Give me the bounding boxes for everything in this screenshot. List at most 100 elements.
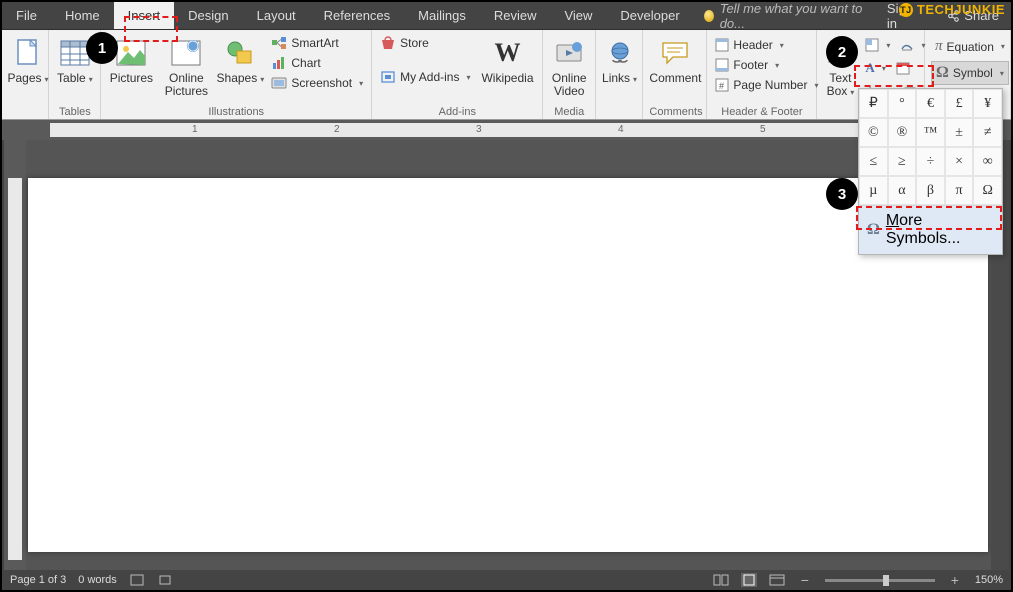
symbol-cell[interactable]: α xyxy=(888,176,917,205)
footer-button[interactable]: Footer xyxy=(713,56,820,74)
equation-button[interactable]: π Equation xyxy=(931,36,1009,57)
read-mode-icon[interactable] xyxy=(713,573,729,587)
symbol-cell[interactable]: ± xyxy=(945,118,974,147)
footer-label: Footer xyxy=(733,58,768,72)
zoom-thumb[interactable] xyxy=(883,575,889,586)
status-words[interactable]: 0 words xyxy=(78,574,117,586)
screenshot-icon xyxy=(271,76,287,90)
date-time-icon xyxy=(896,61,910,75)
zoom-percent[interactable]: 150% xyxy=(975,574,1003,586)
symbol-cell[interactable]: π xyxy=(945,176,974,205)
zoom-out-button[interactable]: − xyxy=(797,573,813,587)
web-layout-icon[interactable] xyxy=(769,573,785,587)
online-pictures-icon xyxy=(169,36,203,70)
tell-me-placeholder: Tell me what you want to do... xyxy=(720,1,863,31)
group-pages: Pages xyxy=(2,30,49,119)
badge-1: 1 xyxy=(88,34,116,62)
page-number-button[interactable]: # Page Number xyxy=(713,76,820,94)
group-illustrations: Pictures Online Pictures Shapes xyxy=(101,30,372,119)
store-button[interactable]: Store xyxy=(378,34,472,52)
macro-rec-icon[interactable] xyxy=(157,573,173,587)
status-page[interactable]: Page 1 of 3 xyxy=(10,574,66,586)
symbol-label: Symbol xyxy=(953,66,993,80)
pictures-label: Pictures xyxy=(110,72,153,85)
symbol-cell[interactable]: £ xyxy=(945,89,974,118)
print-layout-icon[interactable] xyxy=(741,573,757,587)
date-time-button[interactable] xyxy=(894,58,912,78)
my-addins-label: My Add-ins xyxy=(400,70,459,84)
wikipedia-button[interactable]: W Wikipedia xyxy=(478,34,536,85)
chart-button[interactable]: Chart xyxy=(269,54,365,72)
pages-button[interactable]: Pages xyxy=(8,34,48,85)
symbol-cell[interactable]: ∞ xyxy=(973,147,1002,176)
omega-icon: Ω xyxy=(867,221,880,239)
tab-file[interactable]: File xyxy=(2,2,51,29)
ruler-light xyxy=(50,123,983,137)
ruler-num-3: 3 xyxy=(476,124,482,135)
shapes-button[interactable]: Shapes xyxy=(217,34,263,85)
screenshot-label: Screenshot xyxy=(291,76,352,90)
symbol-grid: ₽ ° € £ ¥ © ® ™ ± ≠ ≤ ≥ ÷ × ∞ µ α β π Ω xyxy=(859,89,1002,205)
symbol-cell[interactable]: ™ xyxy=(916,118,945,147)
pages-icon xyxy=(11,36,45,70)
titlebar: File Home Insert Design Layout Reference… xyxy=(2,2,1011,30)
page-number-label: Page Number xyxy=(733,78,807,92)
tab-mailings[interactable]: Mailings xyxy=(404,2,480,29)
symbol-cell[interactable]: ≠ xyxy=(973,118,1002,147)
links-button[interactable]: Links xyxy=(602,34,637,85)
symbol-cell[interactable]: ¥ xyxy=(973,89,1002,118)
symbol-cell[interactable]: © xyxy=(859,118,888,147)
symbol-cell[interactable]: Ω xyxy=(973,176,1002,205)
symbol-cell[interactable]: € xyxy=(916,89,945,118)
symbol-cell[interactable]: ÷ xyxy=(916,147,945,176)
table-label: Table xyxy=(57,72,93,85)
quick-parts-button[interactable] xyxy=(863,36,892,54)
my-addins-button[interactable]: My Add-ins xyxy=(378,68,472,86)
spell-check-icon[interactable] xyxy=(129,573,145,587)
group-tables-label: Tables xyxy=(55,104,94,119)
text-small-2[interactable] xyxy=(898,36,927,54)
zoom-slider[interactable] xyxy=(825,579,935,582)
group-media-label: Media xyxy=(549,104,589,119)
comment-button[interactable]: Comment xyxy=(649,34,701,85)
vertical-ruler[interactable] xyxy=(4,140,26,570)
tab-home[interactable]: Home xyxy=(51,2,114,29)
more-symbols-label: More Symbols... xyxy=(886,212,994,248)
symbol-cell[interactable]: β xyxy=(916,176,945,205)
screenshot-button[interactable]: Screenshot xyxy=(269,74,365,92)
header-button[interactable]: Header xyxy=(713,36,820,54)
tab-design[interactable]: Design xyxy=(174,2,242,29)
symbol-button[interactable]: Ω Symbol xyxy=(931,61,1009,85)
symbol-cell[interactable]: µ xyxy=(859,176,888,205)
tab-developer[interactable]: Developer xyxy=(606,2,693,29)
tab-view[interactable]: View xyxy=(550,2,606,29)
smartart-button[interactable]: SmartArt xyxy=(269,34,365,52)
tab-review[interactable]: Review xyxy=(480,2,551,29)
page-number-icon: # xyxy=(715,78,729,92)
app-window: TJ TECHJUNKIE File Home Insert Design La… xyxy=(0,0,1013,592)
online-video-button[interactable]: Online Video xyxy=(549,34,589,98)
pages-label: Pages xyxy=(7,72,48,85)
tab-layout[interactable]: Layout xyxy=(243,2,310,29)
zoom-in-button[interactable]: + xyxy=(947,573,963,587)
group-comments: Comment Comments xyxy=(643,30,707,119)
comment-label: Comment xyxy=(649,72,701,85)
group-addins-label: Add-ins xyxy=(378,104,536,119)
watermark-text: TECHJUNKIE xyxy=(917,2,1005,17)
online-pictures-button[interactable]: Online Pictures xyxy=(161,34,211,98)
group-header-footer: Header Footer # Page Number Header & Foo… xyxy=(707,30,817,119)
symbol-cell[interactable]: ₽ xyxy=(859,89,888,118)
symbol-cell[interactable]: ° xyxy=(888,89,917,118)
wordart-button[interactable]: A xyxy=(863,58,887,78)
symbol-cell[interactable]: ≥ xyxy=(888,147,917,176)
symbol-cell[interactable]: × xyxy=(945,147,974,176)
symbol-cell[interactable]: ® xyxy=(888,118,917,147)
more-symbols-button[interactable]: Ω More Symbols... xyxy=(859,205,1002,254)
tab-references[interactable]: References xyxy=(310,2,404,29)
tab-insert[interactable]: Insert xyxy=(114,2,175,29)
tell-me-box[interactable]: Tell me what you want to do... xyxy=(694,2,873,29)
symbol-cell[interactable]: ≤ xyxy=(859,147,888,176)
group-media: Online Video Media xyxy=(543,30,596,119)
page-canvas[interactable] xyxy=(28,178,988,552)
status-bar: Page 1 of 3 0 words − + 150% xyxy=(2,570,1011,590)
